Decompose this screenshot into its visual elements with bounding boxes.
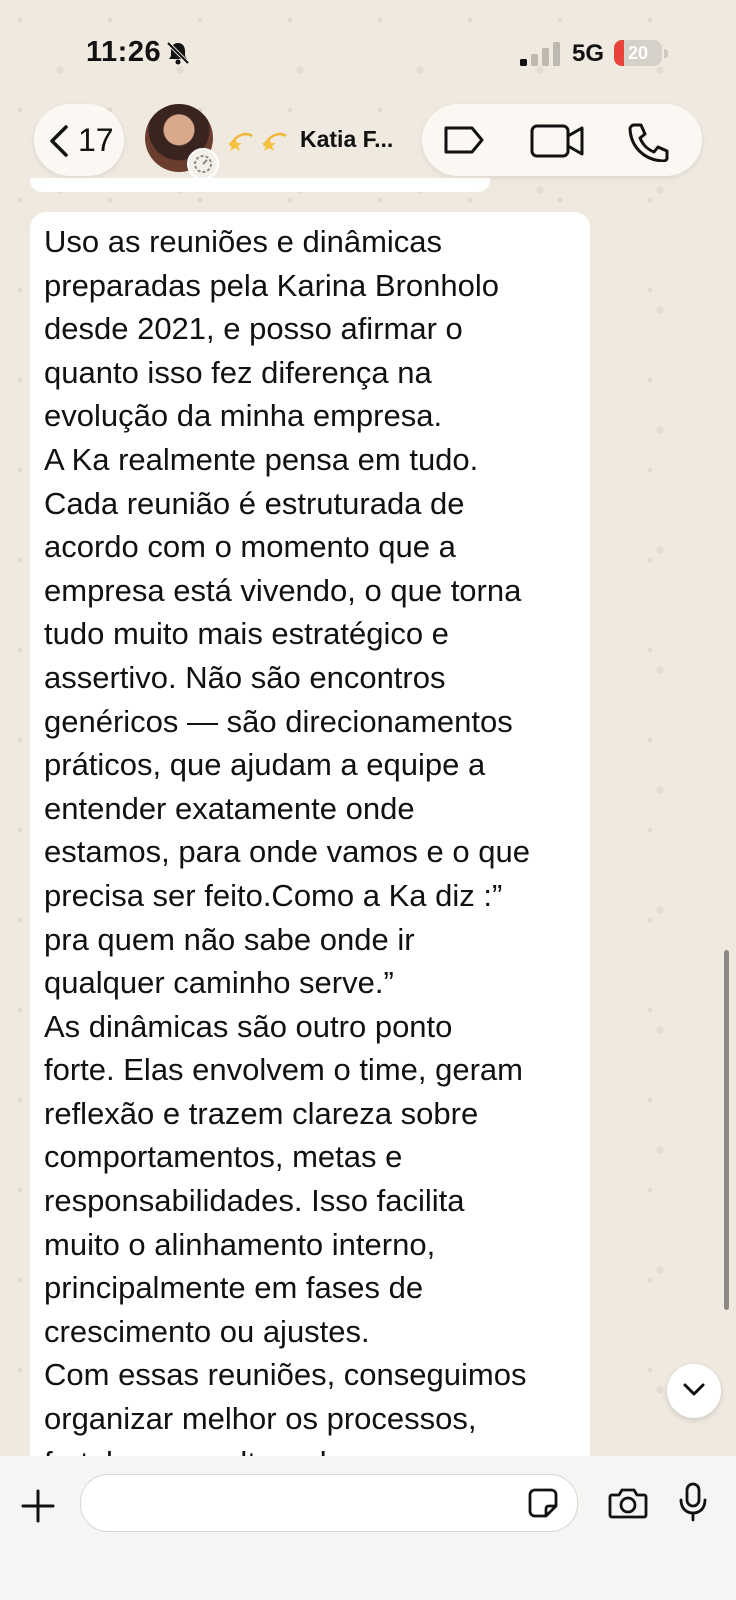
dizzy-star-icon xyxy=(262,132,287,151)
camera-icon[interactable] xyxy=(608,1486,648,1520)
scroll-down-button[interactable] xyxy=(667,1364,721,1418)
back-button[interactable]: 17 xyxy=(34,104,124,176)
plus-icon[interactable] xyxy=(20,1488,56,1524)
status-time: 11:26 xyxy=(86,36,162,68)
sticker-icon[interactable] xyxy=(527,1487,559,1519)
message-composer xyxy=(0,1456,736,1600)
chevron-down-icon xyxy=(683,1383,705,1396)
previous-message-bubble xyxy=(30,178,490,192)
label-icon[interactable] xyxy=(442,122,486,158)
signal-icon xyxy=(520,42,560,66)
network-type: 5G xyxy=(572,40,605,67)
chevron-left-icon xyxy=(50,125,68,157)
battery-level: 20 xyxy=(627,43,649,63)
message-input[interactable] xyxy=(80,1474,578,1532)
status-ring-icon xyxy=(187,148,219,180)
voice-call-icon[interactable] xyxy=(626,122,670,162)
bell-slash-icon xyxy=(166,41,190,65)
battery-icon: 20 xyxy=(614,40,668,66)
unread-count: 17 xyxy=(78,122,114,158)
dizzy-star-icon xyxy=(228,132,253,151)
header-actions xyxy=(422,104,702,176)
status-bar: 11:26 5G 20 xyxy=(0,0,736,100)
scrollbar[interactable] xyxy=(724,950,729,1310)
video-call-icon[interactable] xyxy=(530,122,586,160)
contact-name[interactable]: Katia F... xyxy=(300,126,393,153)
message-text: Uso as reuniões e dinâmicas preparadas p… xyxy=(44,224,530,1480)
message-bubble[interactable]: Uso as reuniões e dinâmicas preparadas p… xyxy=(30,212,590,1480)
microphone-icon[interactable] xyxy=(678,1482,708,1522)
